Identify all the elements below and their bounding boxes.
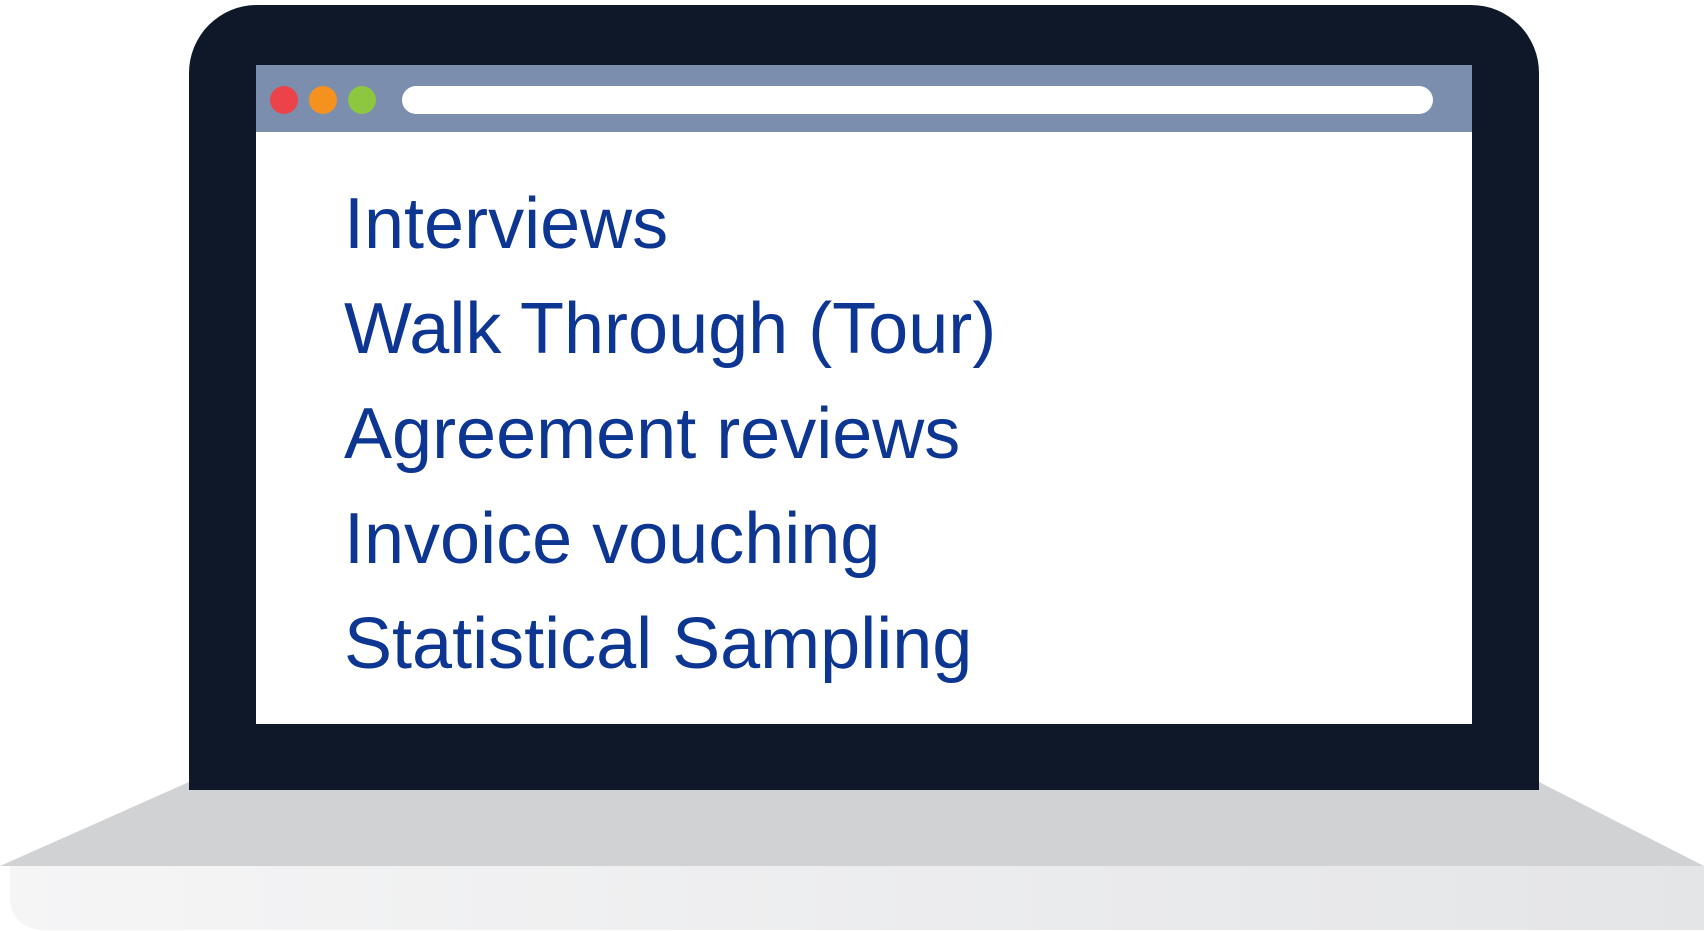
- close-dot-icon[interactable]: [270, 86, 298, 114]
- browser-toolbar: [256, 65, 1472, 132]
- list-item-invoice-vouching: Invoice vouching: [344, 499, 881, 579]
- list-item-agreement-reviews: Agreement reviews: [344, 394, 961, 474]
- laptop-illustration: Interviews Walk Through (Tour) Agreement…: [0, 0, 1704, 931]
- list-item-statistical-sampling: Statistical Sampling: [344, 604, 973, 684]
- minimize-dot-icon[interactable]: [309, 86, 337, 114]
- laptop-front-edge: [10, 866, 1704, 930]
- keyboard-deck: [0, 782, 1704, 866]
- list-item-interviews: Interviews: [344, 184, 669, 264]
- address-bar[interactable]: [402, 86, 1433, 114]
- maximize-dot-icon[interactable]: [348, 86, 376, 114]
- content-list: Interviews Walk Through (Tour) Agreement…: [344, 172, 996, 697]
- list-item-walk-through: Walk Through (Tour): [344, 289, 997, 369]
- browser-window: Interviews Walk Through (Tour) Agreement…: [256, 65, 1472, 724]
